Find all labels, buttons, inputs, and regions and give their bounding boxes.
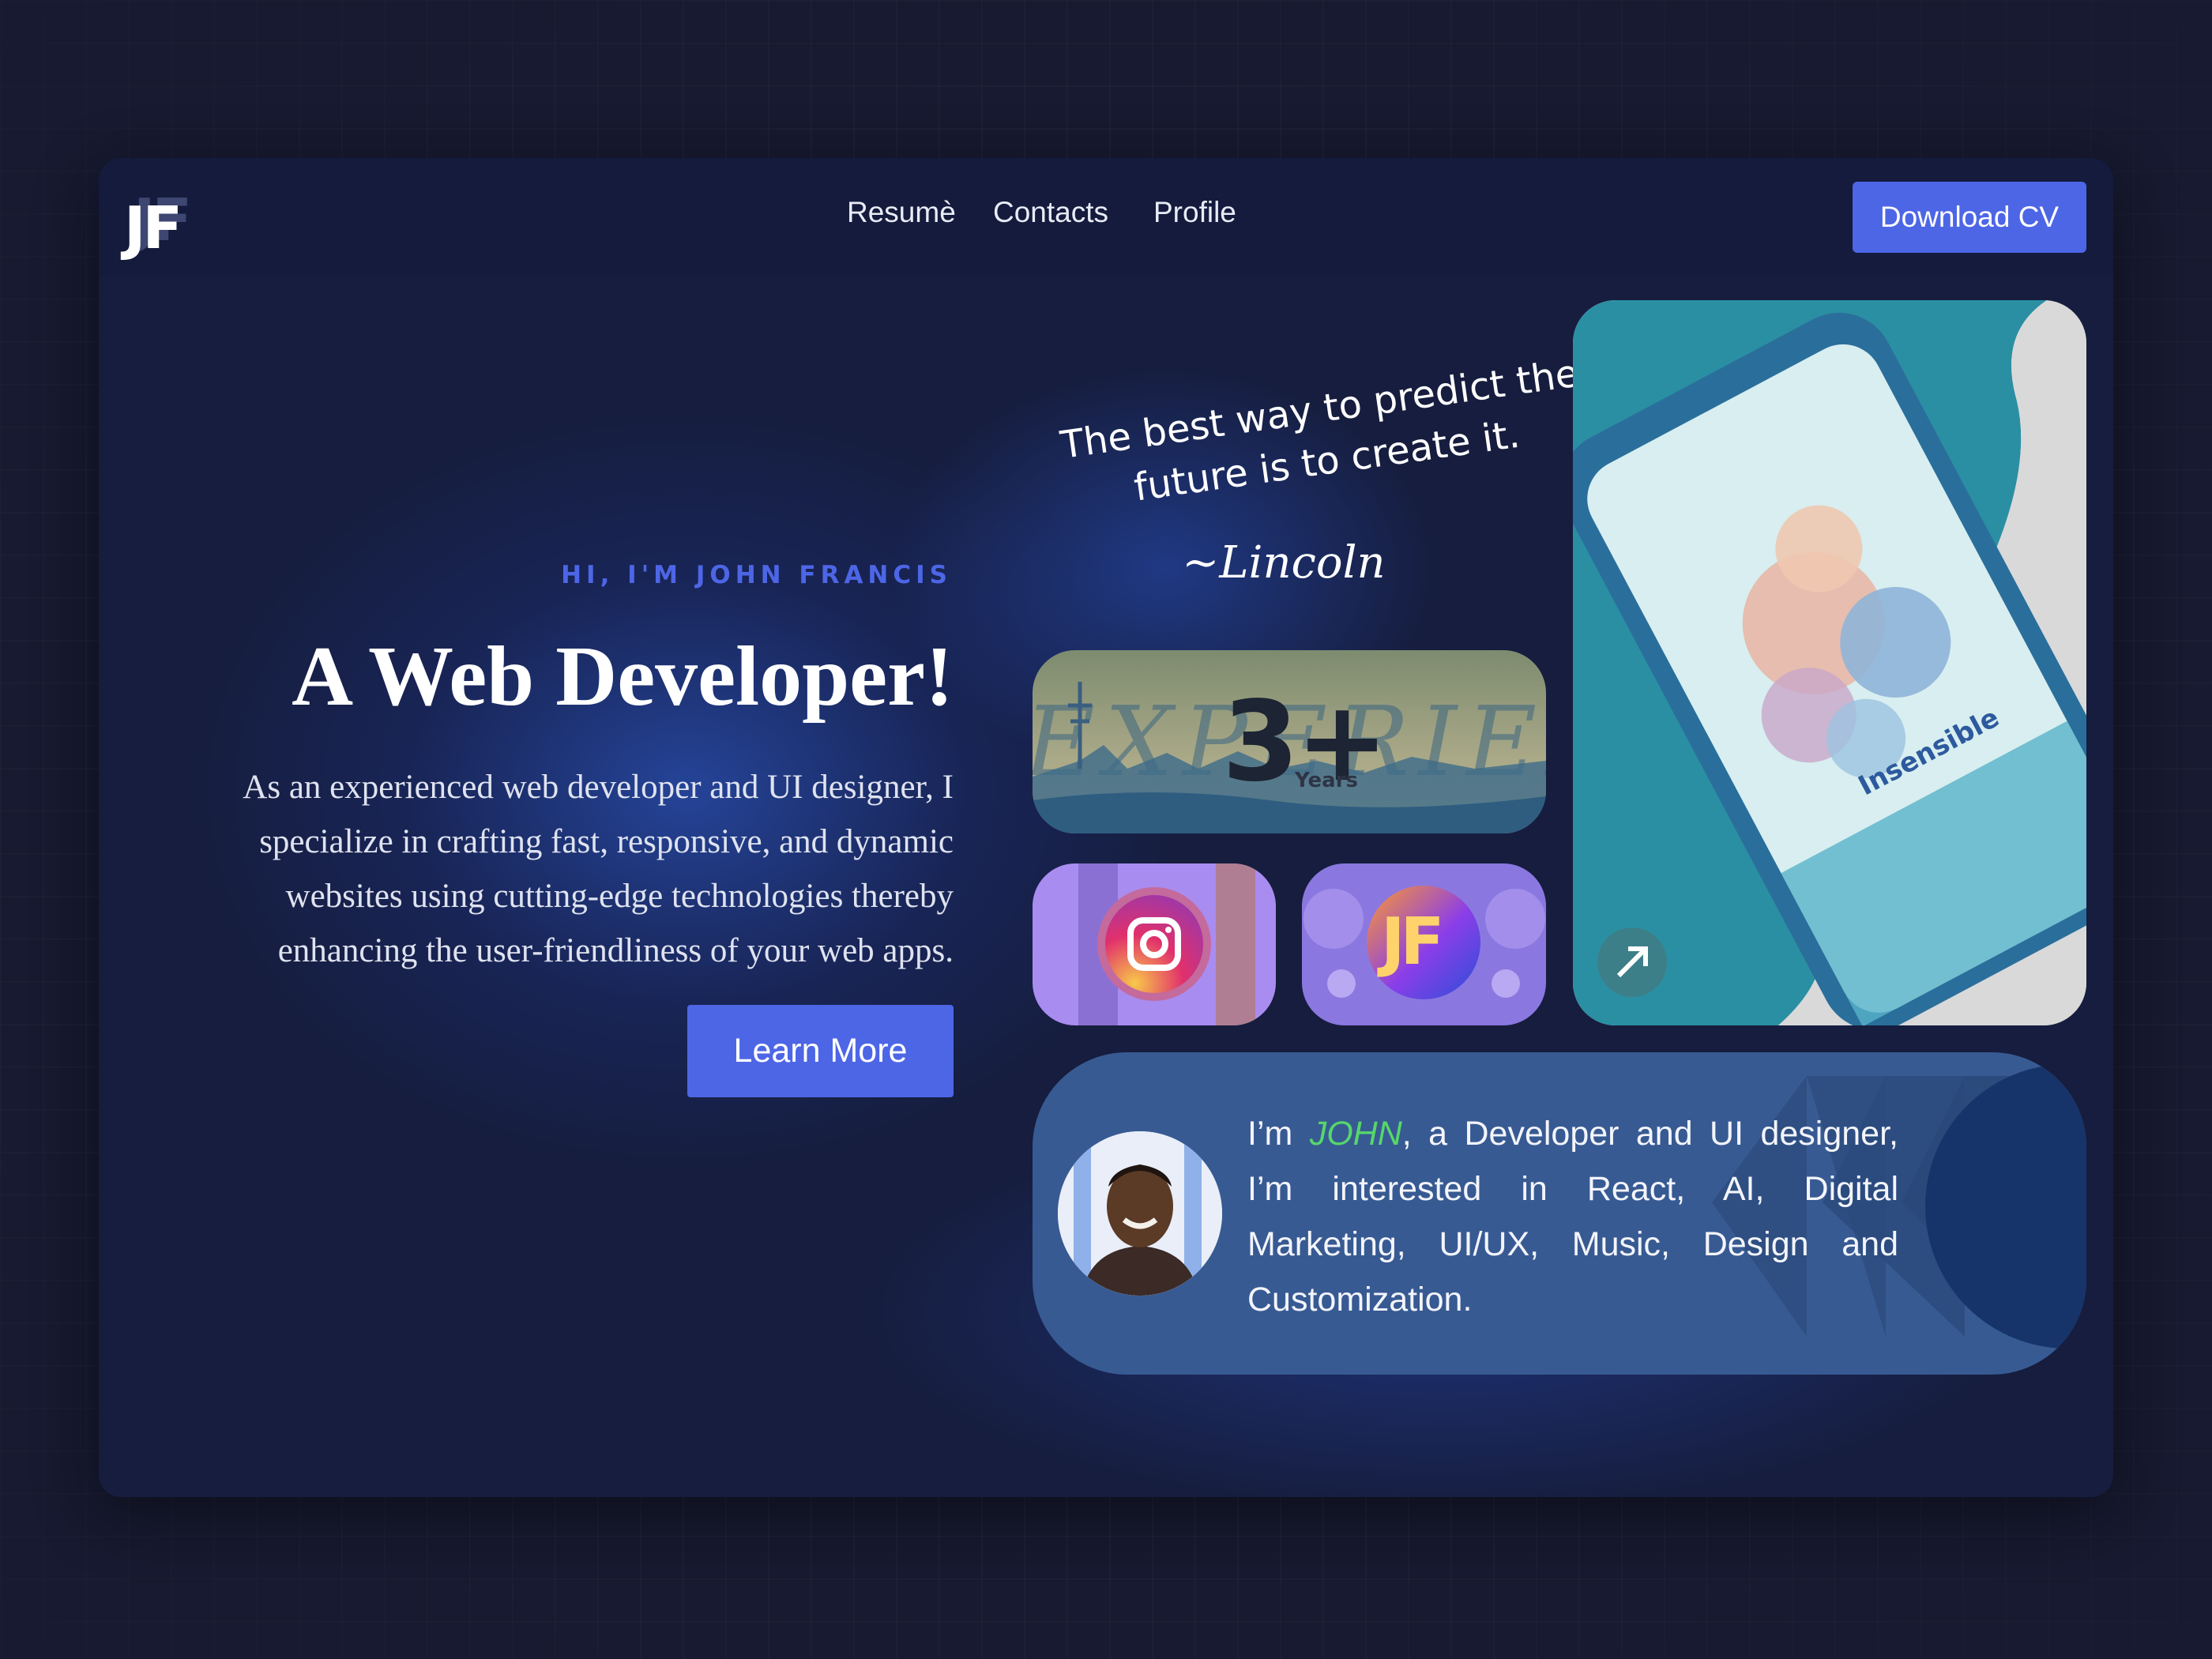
phone-mockup-card[interactable]: Insensible (1573, 300, 2086, 1025)
bio-card: I’m JOHN, a Developer and UI designer, I… (1033, 1052, 2086, 1375)
hero-headline: A Web Developer! (292, 630, 954, 724)
avatar (1058, 1131, 1222, 1296)
bio-name-highlight: JOHN (1309, 1115, 1402, 1153)
download-cv-button[interactable]: Download CV (1853, 182, 2086, 253)
experience-card[interactable]: EXPERIENCE 3+ Years (1033, 650, 1546, 833)
hero-intro-text: As an experienced web developer and UI d… (243, 769, 954, 969)
phone-illustration (1573, 300, 2086, 1025)
jf-logo[interactable]: JF JF (122, 186, 225, 262)
learn-more-button[interactable]: Learn More (687, 1005, 954, 1097)
jf-brand-card[interactable]: JF (1302, 863, 1546, 1025)
jf-circle-logo-text: JF (1381, 905, 1444, 980)
instagram-card[interactable] (1033, 863, 1276, 1025)
bio-prefix: I’m (1247, 1115, 1310, 1153)
experience-unit: Years (1295, 769, 1358, 792)
instagram-icon (1078, 863, 1255, 1025)
quote-author: ~Lincoln (1182, 537, 1386, 589)
portfolio-window: JF JF Resumè Contacts Profile Download C… (99, 158, 2113, 1497)
nav-link-resume[interactable]: Resumè (847, 196, 956, 229)
nav-link-contacts[interactable]: Contacts (993, 196, 1108, 229)
nav-link-profile[interactable]: Profile (1153, 196, 1236, 229)
greeting-text: HI, I'M JOHN FRANCIS (561, 561, 952, 589)
bio-text: I’m JOHN, a Developer and UI designer, I… (1247, 1106, 1898, 1327)
navbar: JF JF Resumè Contacts Profile Download C… (99, 158, 2113, 276)
